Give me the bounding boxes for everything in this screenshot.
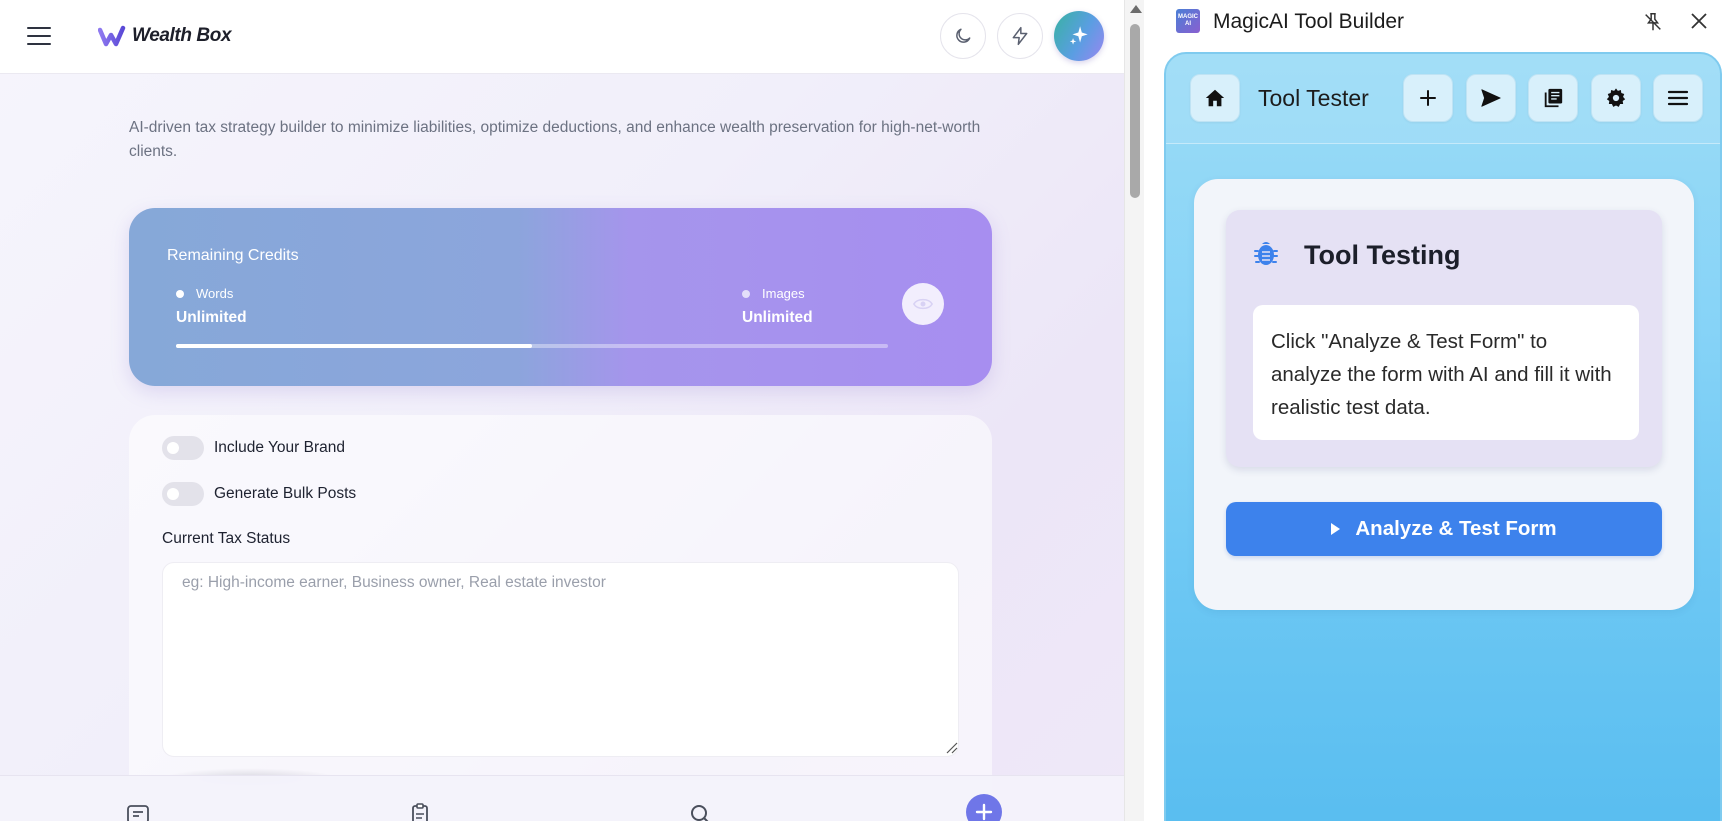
plus-icon [1420,90,1436,106]
tool-description: AI-driven tax strategy builder to minimi… [129,119,981,160]
wealth-box-app: Wealth Box AI-driven tax strategy builde… [0,0,1124,821]
words-label: Words [196,286,234,301]
brand-logo[interactable]: Wealth Box [98,24,232,48]
menu-icon [1667,90,1689,106]
home-icon [1205,89,1225,107]
bulk-posts-toggle[interactable]: Generate Bulk Posts [162,482,356,506]
words-dot-icon [176,289,184,298]
close-icon[interactable] [1689,11,1709,31]
tool-testing-message: Click "Analyze & Test Form" to analyze t… [1253,305,1639,440]
images-label: Images [762,286,805,301]
tool-testing-info: Tool Testing Click "Analyze & Test Form"… [1226,210,1662,467]
words-value: Unlimited [176,309,247,326]
panel-body: Tool Tester Tool Testing Click "Analyze … [1164,52,1722,821]
quick-actions-button[interactable] [997,13,1043,59]
tool-testing-title: Tool Testing [1304,240,1461,270]
plus-icon [975,803,993,821]
lightning-icon [1012,26,1028,46]
settings-button[interactable] [1591,74,1641,122]
include-brand-switch[interactable] [162,436,204,460]
wealth-box-logo-icon [98,25,126,47]
home-button[interactable] [1190,74,1240,122]
play-icon [1331,523,1341,535]
menu-icon[interactable] [27,26,51,46]
search-icon[interactable] [688,802,712,821]
credits-title: Remaining Credits [167,247,299,264]
eye-icon [913,298,933,310]
panel-toolbar: Tool Tester [1166,54,1720,144]
tax-status-input[interactable] [162,562,959,757]
images-value: Unlimited [742,309,813,326]
scroll-thumb[interactable] [1130,24,1140,198]
moon-icon [956,28,971,43]
panel-menu-button[interactable] [1653,74,1703,122]
analyze-button-label: Analyze & Test Form [1355,517,1557,540]
words-credit: Words Unlimited [176,286,247,327]
include-brand-label: Include Your Brand [214,439,345,456]
library-button[interactable] [1528,74,1578,122]
library-icon [1544,88,1563,108]
clipboard-icon[interactable] [408,802,432,821]
send-icon [1481,89,1501,107]
magicai-logo-icon: MAGIC AI [1176,9,1200,33]
documents-icon[interactable] [126,802,150,821]
sparkle-icon [1069,26,1088,45]
credits-progress-bar [176,344,888,348]
brand-name: Wealth Box [132,25,232,46]
toggle-visibility-button[interactable] [902,283,944,325]
bug-icon [1254,242,1278,265]
tax-status-label: Current Tax Status [162,530,291,547]
ai-assistant-button[interactable] [1054,11,1104,61]
images-credit: Images Unlimited [742,286,813,327]
include-brand-toggle[interactable]: Include Your Brand [162,436,345,460]
resize-grip-icon[interactable] [944,740,958,754]
toolbar-title: Tool Tester [1258,85,1369,111]
page-scrollbar[interactable] [1124,0,1144,821]
panel-window-title: MagicAI Tool Builder [1213,10,1405,33]
images-dot-icon [742,289,750,298]
tool-testing-card: Tool Testing Click "Analyze & Test Form"… [1194,179,1694,610]
unpin-icon[interactable] [1642,11,1664,33]
tool-form: Include Your Brand Generate Bulk Posts C… [129,415,992,821]
scroll-up-arrow-icon[interactable] [1130,5,1142,13]
send-button[interactable] [1466,74,1516,122]
new-tool-button[interactable] [1403,74,1453,122]
remaining-credits-card: Remaining Credits Words Unlimited Images… [129,208,992,386]
app-header: Wealth Box [0,0,1124,74]
bottom-navigation [0,775,1124,821]
gear-icon [1606,88,1626,107]
magicai-side-panel: MAGIC AI MagicAI Tool Builder Tool Teste… [1144,0,1729,821]
panel-titlebar: MAGIC AI MagicAI Tool Builder [1144,0,1729,46]
bulk-posts-label: Generate Bulk Posts [214,485,357,502]
dark-mode-button[interactable] [940,13,986,59]
credits-progress-fill [176,344,532,348]
bulk-posts-switch[interactable] [162,482,204,506]
analyze-test-form-button[interactable]: Analyze & Test Form [1226,502,1662,556]
